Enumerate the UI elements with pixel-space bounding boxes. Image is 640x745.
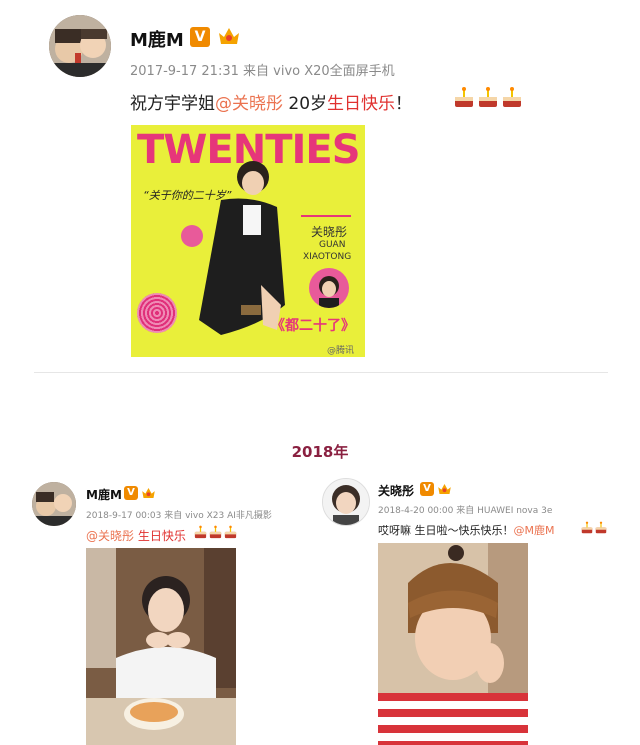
avatar[interactable] (322, 478, 370, 526)
cake-icon (452, 86, 476, 114)
poster-name-en1: GUAN (319, 240, 346, 250)
post-image-photo[interactable] (86, 548, 236, 745)
avatar[interactable] (32, 482, 76, 526)
cake-icon (194, 525, 207, 539)
post-meta: 2017-9-17 21:31 来自 vivo X20全面屏手机 (130, 64, 395, 79)
poster-portrait (309, 268, 349, 308)
mention-link[interactable]: @M鹿M (514, 524, 555, 537)
poster-divider (301, 215, 351, 217)
mention-link[interactable]: @关晓彤 (86, 529, 134, 543)
cake-icon (581, 521, 593, 534)
crown-icon (217, 25, 241, 47)
post-image-photo[interactable] (378, 543, 528, 745)
post-meta: 2018-9-17 00:03 来自 vivo X23 AI非凡摄影 (86, 511, 272, 521)
avatar[interactable] (49, 15, 111, 77)
cake-icons (452, 86, 524, 114)
author-name[interactable]: 关晓彤 (378, 482, 414, 499)
verified-v-icon: V (124, 486, 138, 500)
verified-v-icon: V (190, 27, 210, 47)
poster-watermark: @腾讯 (327, 346, 355, 356)
poster-name-en2: XIAOTONG (303, 252, 352, 262)
author-name[interactable]: M鹿M (130, 26, 184, 52)
post-text-end: ！ (395, 94, 413, 114)
verified-v-icon: V (420, 482, 434, 496)
cake-icons (580, 520, 608, 539)
poster-name-cn: 关晓彤 (311, 225, 348, 239)
cake-icon (209, 525, 222, 539)
post-text-body: 哎呀嘛 生日啦～快乐快乐！ (378, 524, 514, 537)
post-text-pre: 祝方宇学姐 (130, 94, 215, 114)
cake-icon (500, 86, 524, 114)
post-divider (34, 372, 608, 373)
post-image-poster[interactable]: TWENTIES “关于你的二十岁” 关晓彤 GUAN XIAOTONG 《都二… (131, 125, 365, 357)
post-text: 祝方宇学姐@关晓彤 20岁生日快乐！ (130, 89, 412, 114)
cake-icon (595, 521, 607, 534)
post-text-mid: 20岁 (283, 94, 328, 114)
poster-dot-circle (137, 293, 177, 333)
birthday-text: 生日快乐 (134, 529, 186, 543)
poster-book-title: 《都二十了》 (271, 318, 355, 334)
birthday-text: 生日快乐 (327, 94, 396, 114)
crown-icon (437, 481, 452, 495)
author-name[interactable]: M鹿M (86, 486, 122, 503)
cake-icons (193, 525, 238, 544)
crown-icon (141, 485, 156, 499)
mention-link[interactable]: @关晓彤 (215, 94, 283, 114)
post-text: @关晓彤 生日快乐 (86, 527, 186, 544)
striped-shirt (378, 693, 528, 745)
post-text: 哎呀嘛 生日啦～快乐快乐！@M鹿M (378, 522, 554, 538)
post-meta: 2018-4-20 00:00 来自 HUAWEI nova 3e (378, 506, 553, 516)
year-label: 2018年 (291, 443, 349, 461)
cake-icon (224, 525, 237, 539)
cake-icon (476, 86, 500, 114)
